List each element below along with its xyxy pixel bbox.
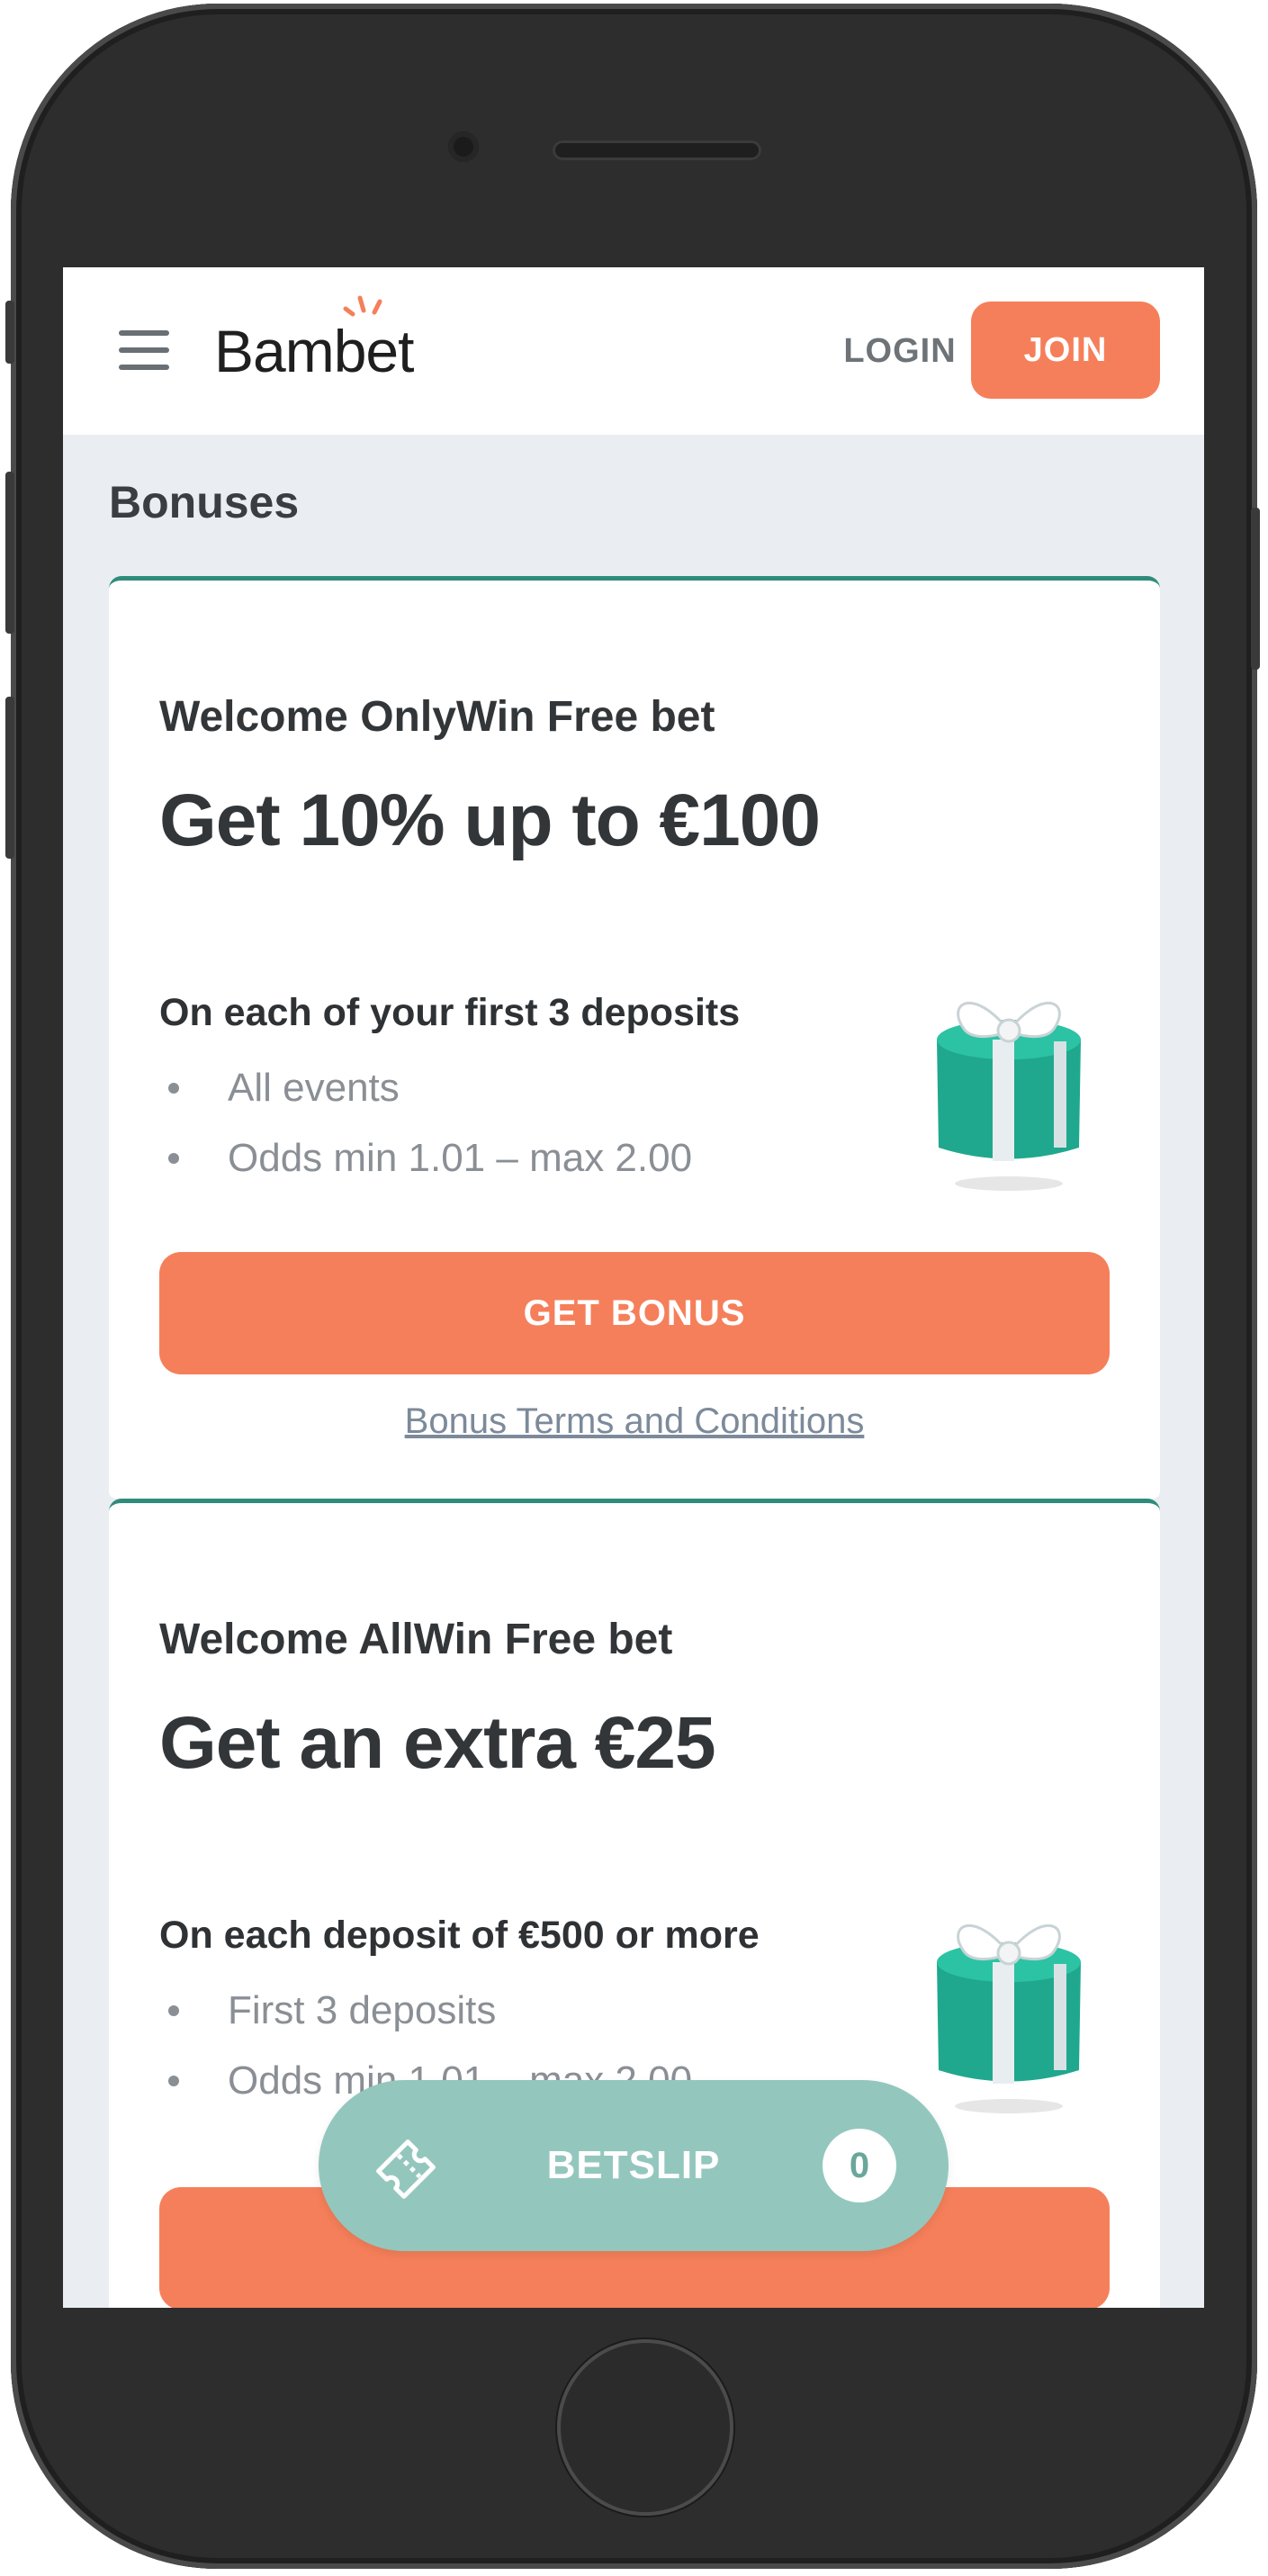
bonus-terms-link[interactable]: Bonus Terms and Conditions: [109, 1401, 1160, 1442]
bonus-subtitle: Welcome AllWin Free bet: [159, 1616, 673, 1663]
top-header: Bambet LOGIN JOIN: [63, 267, 1204, 435]
join-button[interactable]: JOIN: [971, 302, 1160, 399]
page-title: Bonuses: [109, 477, 300, 527]
screen: Bambet LOGIN JOIN Bonuses Welcome OnlyWi…: [63, 267, 1204, 2308]
betslip-button[interactable]: BETSLIP 0: [319, 2080, 949, 2251]
bonus-condition-item: Odds min 1.01 – max 2.00: [159, 1133, 692, 1203]
login-button[interactable]: LOGIN: [810, 321, 990, 381]
betslip-count-badge: 0: [823, 2129, 896, 2202]
brand-logo[interactable]: Bambet: [214, 295, 414, 392]
bonus-lead: On each of your first 3 deposits: [159, 991, 741, 1034]
side-switch: [5, 301, 14, 364]
bonus-condition-item: All events: [159, 1063, 692, 1133]
power-button: [1251, 508, 1260, 670]
bonus-headline: Get 10% up to €100: [159, 779, 821, 861]
volume-up-button: [5, 472, 14, 634]
earpiece-speaker: [553, 140, 761, 160]
bonus-subtitle: Welcome OnlyWin Free bet: [159, 693, 715, 741]
volume-down-button: [5, 697, 14, 859]
logo-spark-icon: [343, 295, 382, 317]
front-camera: [448, 131, 479, 162]
logo-text: Bambet: [214, 318, 414, 384]
bonus-lead: On each deposit of €500 or more: [159, 1914, 760, 1957]
bonus-condition-item: First 3 deposits: [159, 1986, 692, 2056]
bonus-conditions: All events Odds min 1.01 – max 2.00: [159, 1063, 692, 1203]
get-bonus-button[interactable]: GET BONUS: [159, 1252, 1110, 1374]
hamburger-icon[interactable]: [119, 330, 169, 370]
bonus-card: Welcome OnlyWin Free bet Get 10% up to €…: [109, 576, 1160, 1499]
home-button: [557, 2339, 733, 2516]
bonus-headline: Get an extra €25: [159, 1702, 716, 1784]
gift-box-icon: [937, 1001, 1081, 1191]
